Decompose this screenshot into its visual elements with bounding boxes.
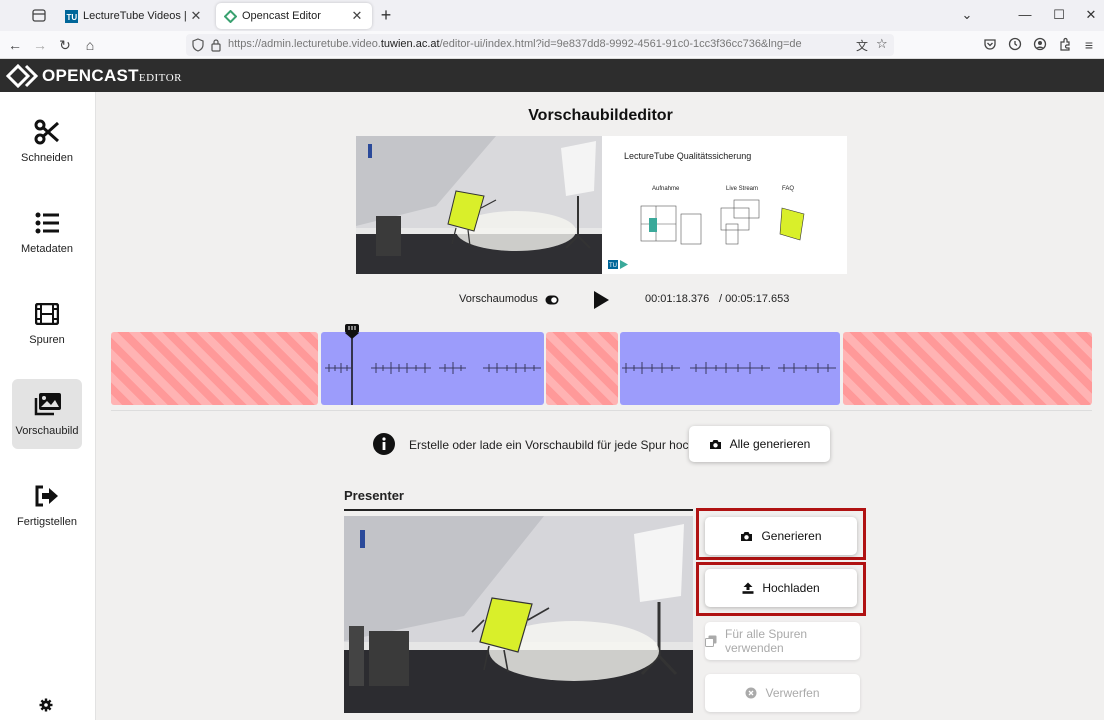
minimize-icon[interactable]: — [1016,6,1034,24]
player-controls: Vorschaumodus 00:01:18.376 / 00:05:17.65… [97,290,1104,310]
sidebar-item-metadaten[interactable]: Metadaten [12,197,82,267]
generate-all-button[interactable]: Alle generieren [689,426,830,462]
pocket-icon[interactable] [982,37,998,53]
svg-text:TU: TU [609,263,617,269]
page-title: Vorschaubildeditor [528,107,673,124]
gear-icon[interactable] [39,698,55,714]
divider [111,410,1092,411]
maximize-icon[interactable]: ☐ [1050,6,1068,24]
close-tab-icon[interactable]: ✕ [350,9,364,23]
discard-button[interactable]: Verwerfen [705,674,860,712]
sign-out-icon [34,482,60,510]
info-icon [373,433,395,455]
tab-lecturetube[interactable]: TU LectureTube Videos | TUWEL ✕ [57,3,211,29]
lock-icon[interactable] [210,38,222,55]
tuwien-favicon: TU [65,9,78,23]
timeline-segment-deleted[interactable] [843,332,1092,405]
upload-icon [742,582,754,594]
home-icon[interactable]: ⌂ [82,37,98,53]
track-title: Presenter [344,488,404,503]
main-content: Vorschaubildeditor LectureTube Qualitäts… [97,92,1104,720]
camera-icon [709,439,722,450]
shield-icon[interactable] [192,38,204,55]
play-button[interactable] [592,290,610,313]
opencast-favicon [223,9,238,23]
timeline[interactable] [111,324,1092,405]
upload-label: Hochladen [762,581,820,595]
timeline-segment-kept[interactable] [620,332,840,405]
extensions-icon[interactable] [1057,37,1073,53]
images-icon [32,391,62,419]
timeline-segment-deleted[interactable] [111,332,318,405]
tab-label: Opencast Editor [242,10,321,22]
new-tab-button[interactable]: + [377,6,395,24]
copy-icon [705,635,717,647]
browser-tab-bar: TU LectureTube Videos | TUWEL ✕ Opencast… [0,0,1104,31]
account-icon[interactable] [1032,37,1048,53]
svg-text:TU: TU [67,13,78,22]
info-row: Erstelle oder lade ein Vorschaubild für … [97,426,1104,462]
app-logo-text: OPENCASTEDITOR [42,66,182,85]
generate-button[interactable]: Generieren [705,517,857,555]
forward-arrow-icon[interactable]: → [32,37,48,53]
sidebar-item-label: Schneiden [21,152,73,164]
close-tab-icon[interactable]: ✕ [189,9,203,23]
opencast-logo-icon [5,63,39,91]
app-header: OPENCASTEDITOR [0,59,1104,92]
generate-all-label: Alle generieren [729,437,811,451]
sidebar-item-vorschaubild[interactable]: Vorschaubild [12,379,82,449]
sidebar-item-label: Fertigstellen [17,516,77,528]
translate-icon[interactable]: 文 [856,37,868,54]
timeline-segment-deleted[interactable] [546,332,618,405]
sidebar-item-schneiden[interactable]: Schneiden [12,106,82,176]
sidebar-item-fertigstellen[interactable]: Fertigstellen [12,470,82,540]
sidebar-item-spuren[interactable]: Spuren [12,288,82,358]
x-circle-icon [745,687,757,699]
video-preview[interactable]: LectureTube Qualitätssicherung Aufnahme … [356,136,847,274]
back-arrow-icon[interactable]: ← [7,37,23,53]
svg-text:Live Stream: Live Stream [726,186,758,192]
sidebar-item-label: Vorschaubild [15,425,79,437]
history-icon[interactable] [1007,37,1023,53]
use-for-all-tracks-button[interactable]: Für alle Spuren verwenden [705,622,860,660]
camera-icon [740,531,753,542]
list-icon [35,209,59,237]
discard-label: Verwerfen [765,686,820,700]
bookmark-star-icon[interactable]: ☆ [876,36,888,52]
tab-list-icon[interactable] [28,6,50,26]
playhead-handle[interactable] [345,324,359,405]
preview-mode-toggle-icon[interactable] [545,294,559,308]
menu-icon[interactable]: ≡ [1081,37,1097,53]
generate-label: Generieren [761,529,822,543]
preview-mode-label: Vorschaumodus [459,293,538,305]
tab-opencast-editor[interactable]: Opencast Editor ✕ [216,3,372,29]
sidebar: Schneiden Metadaten Spuren Vorschaubild … [0,92,96,720]
info-text: Erstelle oder lade ein Vorschaubild für … [409,438,699,452]
browser-nav-bar: ← → ↻ ⌂ https://admin.lecturetube.video.… [0,31,1104,59]
track-thumbnail [344,516,693,713]
sidebar-item-label: Spuren [29,334,65,346]
film-icon [35,300,59,328]
use-for-all-tracks-label: Für alle Spuren verwenden [725,627,808,655]
address-bar[interactable]: https://admin.lecturetube.video.tuwien.a… [186,34,894,56]
scissors-icon [34,118,60,146]
svg-text:Aufnahme: Aufnahme [652,186,680,192]
sidebar-item-label: Metadaten [21,243,73,255]
tab-overflow-chevron-icon[interactable]: ⌄ [958,6,976,24]
track-title-underline [344,509,693,511]
total-time: / 00:05:17.653 [719,293,790,305]
url-text: https://admin.lecturetube.video.tuwien.a… [228,38,802,50]
slide-title: LectureTube Qualitätssicherung [624,151,751,161]
svg-text:FAQ: FAQ [782,186,794,192]
current-time: 00:01:18.376 [645,293,710,305]
reload-icon[interactable]: ↻ [57,37,73,53]
tab-label: LectureTube Videos | TUWEL [83,10,189,22]
window-close-icon[interactable]: ✕ [1082,6,1100,24]
upload-button[interactable]: Hochladen [705,569,857,607]
